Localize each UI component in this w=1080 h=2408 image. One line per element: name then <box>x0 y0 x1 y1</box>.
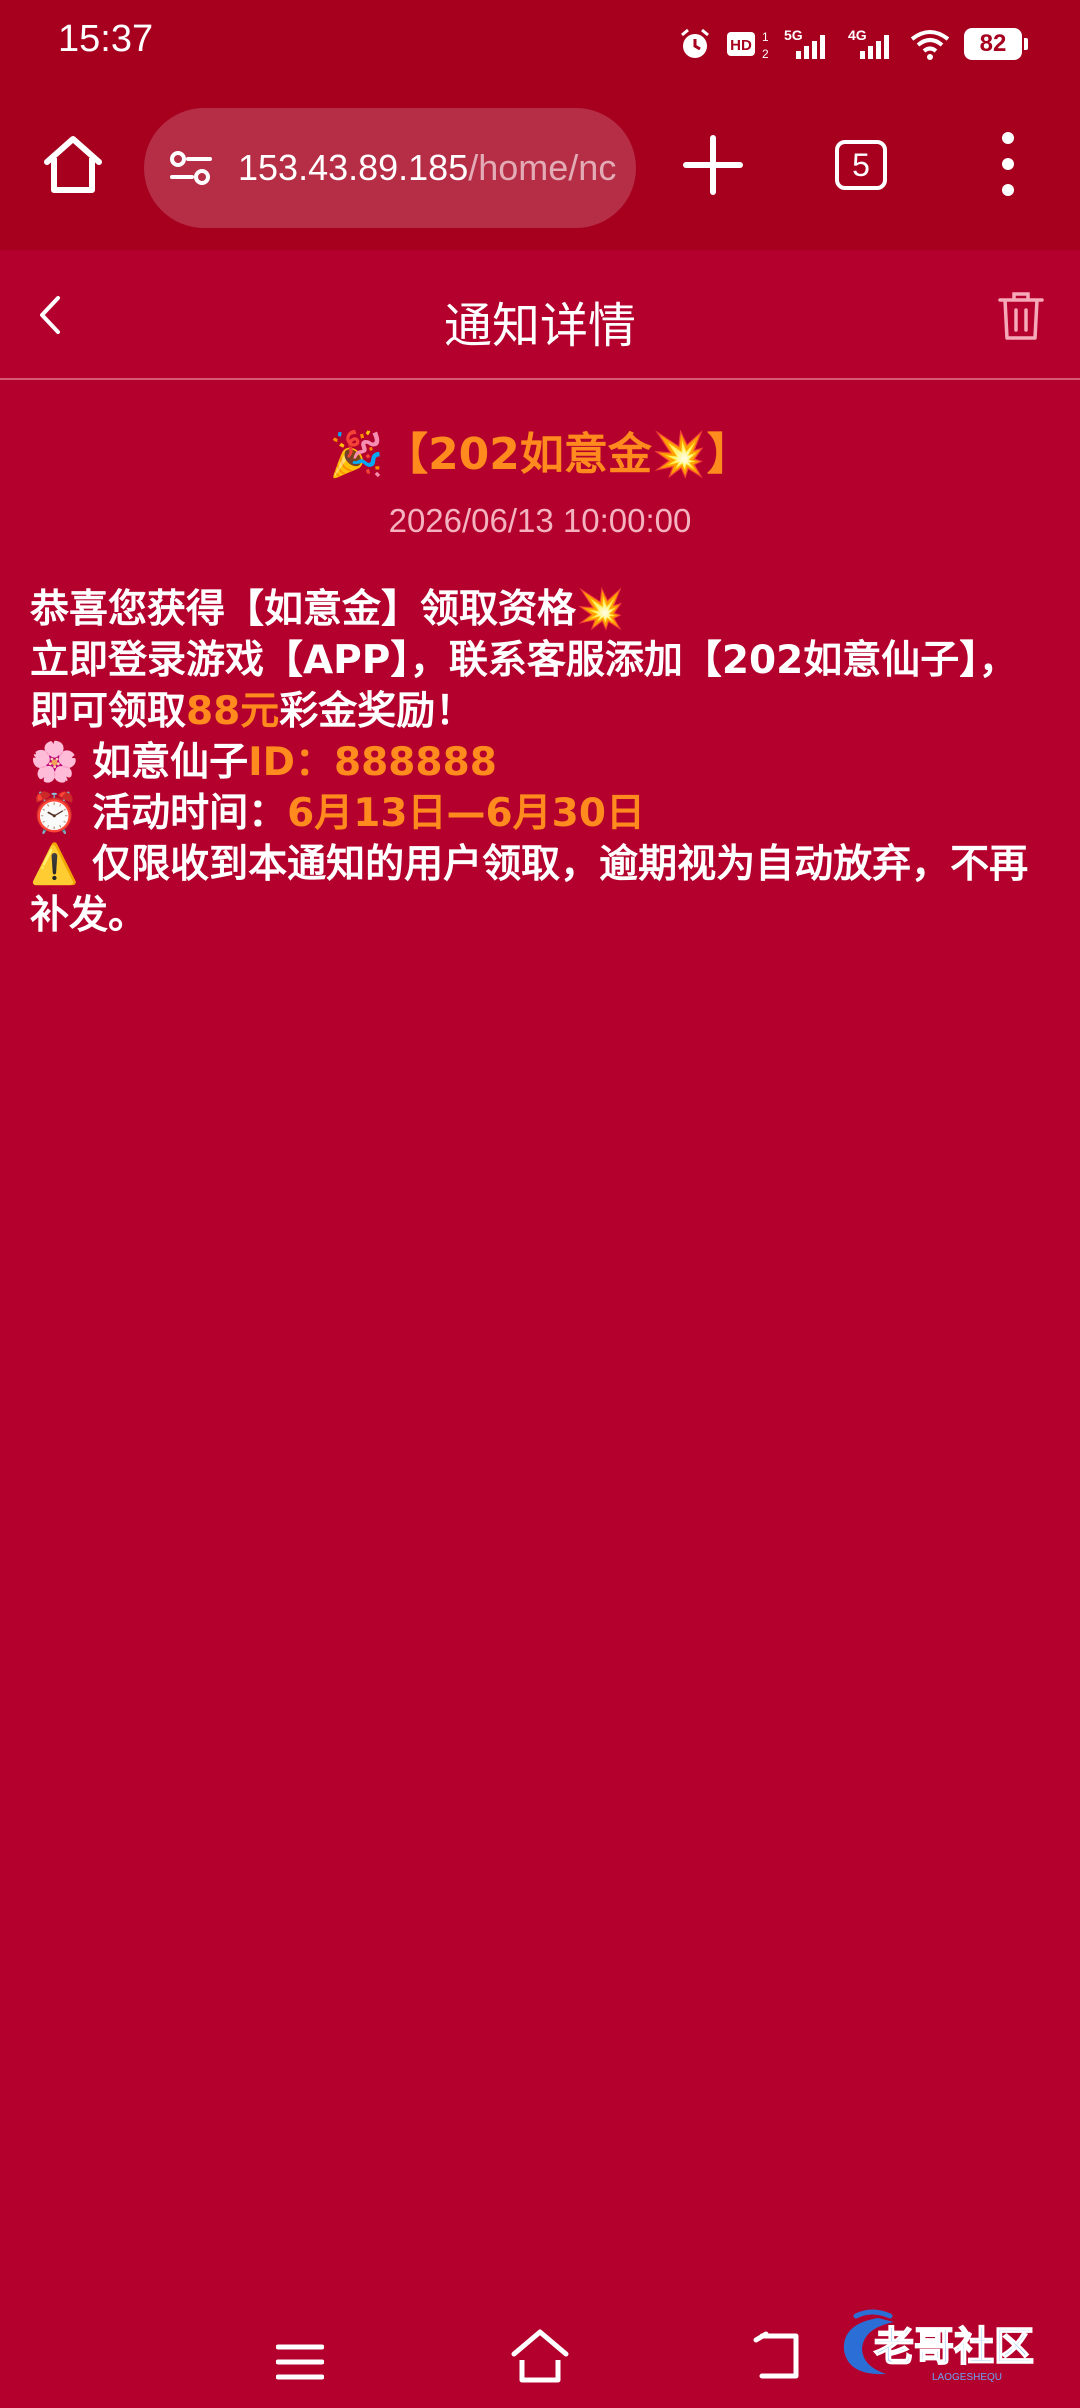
svg-text:1: 1 <box>762 30 768 44</box>
notice-date: 2026/06/13 10:00:00 <box>388 502 692 539</box>
notice-instructions-text: 立即登录游戏【APP】，联系客服添加【202如意仙子】，即可领取 <box>30 638 1018 734</box>
watermark-subtext: LAOGESHEQU <box>932 2372 1002 2383</box>
notice-reward-text: 彩金奖励！ <box>279 689 475 734</box>
trash-icon[interactable] <box>996 290 1046 342</box>
status-icons: HD 1 2 5G 4G 82 <box>678 22 1028 66</box>
notice-line-qualification: 恭喜您获得【如意金】领取资格💥 <box>30 587 625 632</box>
notice-period-label: ⏰ 活动时间： <box>30 791 288 836</box>
notice-title: 🎉【202如意金💥】 <box>0 418 1080 482</box>
watermark-text: 老哥社区 <box>874 2324 1034 2370</box>
watermark-logo: 老哥社区 LAOGESHEQU <box>843 2309 1035 2383</box>
more-vertical-icon[interactable] <box>992 128 1024 200</box>
back-arrow-icon[interactable] <box>752 2330 808 2382</box>
5g-signal-icon: 5G <box>784 27 825 59</box>
page-header: 通知详情 <box>0 250 1080 380</box>
svg-text:5G: 5G <box>784 27 803 43</box>
notice-line-period: ⏰ 活动时间：6月13日—6月30日 <box>30 788 1050 839</box>
battery-level: 82 <box>979 30 1007 57</box>
home-icon[interactable] <box>38 130 108 200</box>
notice-title-end: 💥】 <box>651 429 751 480</box>
status-time: 15:37 <box>58 18 154 60</box>
plus-icon[interactable] <box>680 132 746 198</box>
url-text[interactable]: 153.43.89.185/home/nc <box>238 147 616 189</box>
svg-text:4G: 4G <box>848 27 867 43</box>
notice-contact-label: 🌸 如意仙子 <box>30 740 249 785</box>
notice-title-main: 🎉【202如意金 <box>329 429 652 480</box>
tab-count: 5 <box>852 146 870 183</box>
notice-line-instructions: 立即登录游戏【APP】，联系客服添加【202如意仙子】，即可领取88元彩金奖励！ <box>30 635 1050 737</box>
battery-icon: 82 <box>964 28 1028 60</box>
notice-reward-amount: 88元 <box>186 689 280 734</box>
menu-lines-icon[interactable] <box>276 2342 324 2382</box>
notice-body: 恭喜您获得【如意金】领取资格💥 立即登录游戏【APP】，联系客服添加【202如意… <box>30 584 1050 941</box>
site-settings-icon[interactable] <box>166 143 216 193</box>
notice-line-contact: 🌸 如意仙子ID：888888 <box>30 737 1050 788</box>
tab-switcher-button[interactable]: 5 <box>835 140 887 190</box>
status-bar: 15:37 HD 1 2 5G 4G 82 <box>0 0 1080 88</box>
wifi-icon <box>910 30 950 60</box>
url-host: 153.43.89.185 <box>238 147 469 188</box>
notice-line-warning: ⚠️ 仅限收到本通知的用户领取，逾期视为自动放弃，不再补发。 <box>30 842 1029 938</box>
url-path: /home/nc <box>468 147 617 188</box>
4g-signal-icon: 4G <box>848 27 889 59</box>
notice-period-dates: 6月13日—6月30日 <box>287 791 645 836</box>
notice-contact-id: ID：888888 <box>248 740 497 785</box>
browser-toolbar: 153.43.89.185/home/nc 5 <box>0 88 1080 250</box>
address-bar[interactable]: 153.43.89.185/home/nc <box>144 108 636 228</box>
home-outline-icon[interactable] <box>508 2326 572 2386</box>
page-title: 通知详情 <box>443 298 636 354</box>
svg-text:HD: HD <box>730 37 752 54</box>
alarm-icon <box>681 28 709 58</box>
svg-text:2: 2 <box>762 47 768 61</box>
hd-icon: HD 1 2 <box>727 30 768 61</box>
